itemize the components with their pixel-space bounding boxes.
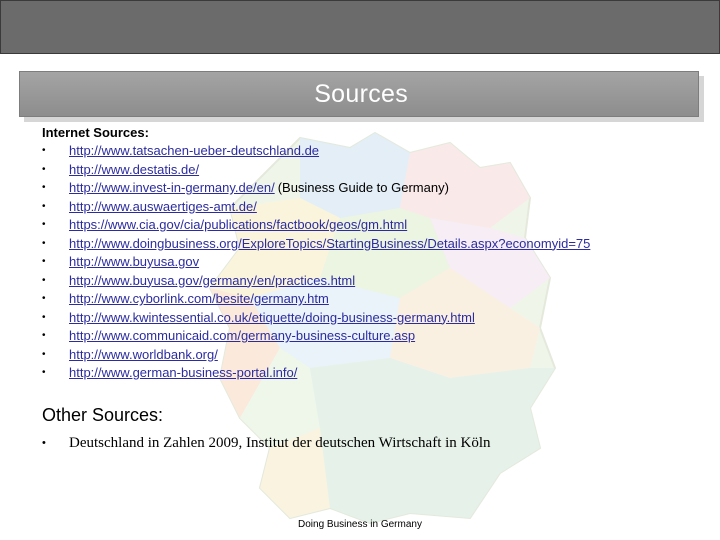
bullet: • [42, 145, 46, 156]
list-item: • http://www.worldbank.org/ [42, 346, 712, 365]
list-item: • http://www.buyusa.gov [42, 253, 712, 272]
bullet: • [42, 237, 46, 249]
source-link[interactable]: http://www.worldbank.org/ [69, 346, 218, 365]
source-link[interactable]: http://www.auswaertiges-amt.de/ [69, 198, 257, 217]
internet-sources-list: • http://www.tatsachen-ueber-deutschland.… [42, 142, 712, 383]
source-link[interactable]: http://www.german-business-portal.info/ [69, 364, 297, 383]
top-bar [0, 0, 720, 54]
list-item: • http://www.cyborlink.com/besite/germany… [42, 290, 712, 309]
bullet: • [42, 330, 46, 341]
bullet: • [42, 293, 46, 304]
bullet: • [42, 367, 46, 378]
source-link[interactable]: http://www.doingbusiness.org/ExploreTopi… [69, 235, 590, 254]
other-sources-list: • Deutschland in Zahlen 2009, Institut de… [42, 433, 491, 453]
source-link[interactable]: http://www.cyborlink.com/besite/germany.… [69, 290, 329, 309]
slide-footer: Doing Business in Germany [298, 519, 422, 530]
bullet: • [42, 219, 46, 230]
source-link[interactable]: http://www.buyusa.gov/germany/en/practic… [69, 272, 355, 291]
bullet: • [42, 256, 46, 267]
list-item: • http://www.destatis.de/ [42, 161, 712, 180]
list-item: • http://www.invest-in-germany.de/en/(Bus… [42, 179, 712, 198]
list-item: • http://www.communicaid.com/germany-busi… [42, 327, 712, 346]
list-item: • http://www.tatsachen-ueber-deutschland.… [42, 142, 712, 161]
bullet: • [42, 311, 46, 323]
list-item: • http://www.doingbusiness.org/ExploreTop… [42, 235, 712, 254]
source-link[interactable]: https://www.cia.gov/cia/publications/fac… [69, 216, 407, 235]
source-link[interactable]: http://www.tatsachen-ueber-deutschland.d… [69, 142, 319, 161]
bullet: • [42, 348, 46, 360]
list-item: • http://www.buyusa.gov/germany/en/practi… [42, 272, 712, 291]
bullet: • [42, 182, 46, 193]
link-note: (Business Guide to Germany) [277, 180, 449, 195]
list-item: • http://www.auswaertiges-amt.de/ [42, 198, 712, 217]
other-source-text: Deutschland in Zahlen 2009, Institut der… [69, 435, 491, 451]
bullet: • [42, 437, 46, 449]
bullet: • [42, 200, 46, 212]
list-item: • https://www.cia.gov/cia/publications/fa… [42, 216, 712, 235]
list-item: • http://www.german-business-portal.info/ [42, 364, 712, 383]
source-link[interactable]: http://www.communicaid.com/germany-busin… [69, 327, 415, 346]
other-sources-heading: Other Sources: [42, 405, 164, 425]
bullet: • [42, 274, 46, 286]
slide-title: Sources [314, 80, 408, 108]
source-link[interactable]: http://www.buyusa.gov [69, 253, 199, 272]
title-bar: Sources [19, 71, 699, 117]
source-link[interactable]: http://www.invest-in-germany.de/en/ [69, 179, 275, 198]
internet-sources-heading: Internet Sources: [42, 125, 149, 140]
list-item: • http://www.kwintessential.co.uk/etiquet… [42, 309, 712, 328]
list-item: • Deutschland in Zahlen 2009, Institut de… [42, 433, 491, 453]
bullet: • [42, 163, 46, 175]
source-link[interactable]: http://www.destatis.de/ [69, 161, 199, 180]
internet-sources-section: Internet Sources: • http://www.tatsachen-… [42, 124, 712, 383]
source-link[interactable]: http://www.kwintessential.co.uk/etiquett… [69, 309, 475, 328]
